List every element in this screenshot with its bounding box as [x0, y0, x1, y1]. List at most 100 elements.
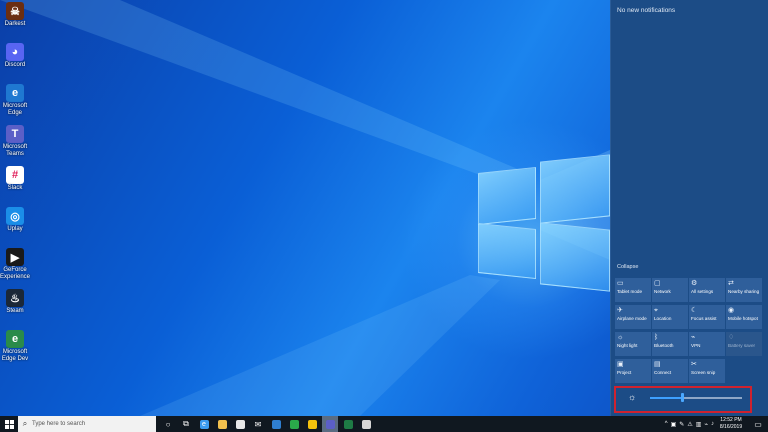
app-icon: ◕: [6, 43, 24, 61]
quick-action-tile[interactable]: ▣ Project: [615, 359, 651, 383]
clock[interactable]: 12:52 PM 8/16/2019: [716, 417, 746, 431]
quick-action-label: Night light: [617, 343, 638, 348]
excel-taskbar-icon[interactable]: [340, 416, 356, 432]
quick-action-label: Nearby sharing: [728, 289, 760, 294]
tray-icon[interactable]: ▣: [671, 421, 677, 428]
quick-action-tile[interactable]: ⌖ Location: [652, 305, 688, 329]
app-icon: ▶: [6, 248, 24, 266]
desktop-icon[interactable]: e Microsoft Edge: [2, 84, 28, 117]
quick-action-label: Battery saver: [728, 343, 756, 348]
mail-taskbar-icon[interactable]: ✉: [250, 416, 266, 432]
quick-action-tile[interactable]: ⌁ VPN: [689, 332, 725, 356]
quick-action-icon: ▭: [617, 280, 624, 287]
quick-action-icon: ⇄: [728, 280, 734, 287]
start-button[interactable]: [0, 416, 18, 432]
quick-action-tile[interactable]: ᛒ Bluetooth: [652, 332, 688, 356]
file-explorer-taskbar-icon[interactable]: [214, 416, 230, 432]
store-icon: [235, 419, 245, 429]
app-icon: ☠: [6, 2, 24, 20]
brightness-slider-fill: [650, 397, 683, 399]
desktop-icon[interactable]: ♨ Steam: [2, 289, 28, 315]
edge-taskbar-icon[interactable]: e: [196, 416, 212, 432]
quick-action-tile[interactable]: ✈ Airplane mode: [615, 305, 651, 329]
desktop-icon[interactable]: # Slack: [2, 166, 28, 192]
quick-action-tile[interactable]: ▤ Connect: [652, 359, 688, 383]
taskbar: ⌕ Type here to search ○ ⧉ e ✉ ^ ▣ ✎ ⚠ ▥ ⌁ ♪ 12:52…: [0, 416, 768, 432]
desktop-icon[interactable]: e Microsoft Edge Dev: [2, 330, 28, 363]
search-box[interactable]: ⌕ Type here to search: [18, 416, 156, 432]
windows-logo-pane-top-left: [478, 166, 536, 226]
chrome-icon: [307, 419, 317, 429]
edge-icon: e: [202, 420, 206, 428]
quick-action-icon: ▣: [617, 361, 624, 368]
desktop-icon-label: Discord: [4, 62, 26, 68]
quick-action-tile[interactable]: ◉ Mobile hotspot: [726, 305, 762, 329]
clock-time: 12:52 PM: [720, 417, 742, 423]
xbox-icon: [289, 419, 299, 429]
tray-icon[interactable]: ♪: [711, 421, 714, 427]
quick-action-icon: ▢: [654, 280, 661, 287]
quick-action-tile[interactable]: ♢ Battery saver: [726, 332, 762, 356]
teams-icon: [325, 419, 335, 429]
desktop-icon[interactable]: ◕ Discord: [2, 43, 28, 69]
teams-taskbar-icon[interactable]: [322, 416, 338, 432]
windows-logo-pane-top-right: [540, 154, 610, 224]
collapse-link[interactable]: Collapse: [617, 264, 638, 270]
quick-action-icon: ✈: [617, 307, 623, 314]
task-view-taskbar-icon[interactable]: ○: [160, 416, 176, 432]
quick-action-tile[interactable]: ☾ Focus assist: [689, 305, 725, 329]
notification-center-icon[interactable]: ▭: [750, 416, 766, 432]
desktop-icon-label: Darkest: [4, 21, 26, 27]
app-icon: e: [6, 330, 24, 348]
desktop-icon[interactable]: ☠ Darkest: [2, 2, 28, 28]
search-placeholder: Type here to search: [32, 421, 86, 427]
tray-icon[interactable]: ✎: [679, 421, 684, 428]
quick-action-tile[interactable]: ⇄ Nearby sharing: [726, 278, 762, 302]
quick-action-tile[interactable]: ⚙ All settings: [689, 278, 725, 302]
photos-taskbar-icon[interactable]: [268, 416, 284, 432]
windows-logo-pane-bottom-right: [540, 222, 610, 292]
tray-icon[interactable]: ^: [665, 421, 668, 427]
photos-icon: [271, 419, 281, 429]
desktop-icon-label: Microsoft Teams: [2, 144, 28, 157]
tray-icon[interactable]: ▥: [696, 421, 702, 428]
desktop-icon-label: GeForce Experience: [0, 267, 31, 280]
app-icon: e: [6, 84, 24, 102]
paint-taskbar-icon[interactable]: [358, 416, 374, 432]
chrome-taskbar-icon[interactable]: [304, 416, 320, 432]
desktop-icon[interactable]: ▶ GeForce Experience: [0, 248, 30, 281]
desktop-icon-label: Microsoft Edge Dev: [1, 349, 29, 362]
desktop-icon[interactable]: T Microsoft Teams: [2, 125, 28, 158]
quick-action-icon: ⌖: [654, 307, 658, 314]
quick-action-label: Project: [617, 370, 632, 375]
desktop-icon-label: Slack: [7, 185, 23, 191]
xbox-taskbar-icon[interactable]: [286, 416, 302, 432]
search-icon: ⌕: [22, 419, 28, 428]
clock-date: 8/16/2019: [719, 424, 743, 430]
app-icon: #: [6, 166, 24, 184]
quick-action-label: VPN: [691, 343, 701, 348]
brightness-slider-thumb[interactable]: [681, 393, 685, 402]
quick-action-icon: ☾: [691, 307, 698, 314]
quick-action-label: Network: [654, 289, 671, 294]
desktop-icon-label: Microsoft Edge: [2, 103, 28, 116]
quick-action-icon: ✂: [691, 361, 697, 368]
quick-action-label: All settings: [691, 289, 714, 294]
desktop-icon[interactable]: ◎ Uplay: [2, 207, 28, 233]
quick-action-tile[interactable]: ▭ Tablet mode: [615, 278, 651, 302]
quick-action-icon: ⚙: [691, 280, 698, 287]
quick-action-icon: ▤: [654, 361, 661, 368]
timeline-taskbar-icon[interactable]: ⧉: [178, 416, 194, 432]
tray-icon[interactable]: ⌁: [704, 421, 708, 428]
quick-action-icon: ♢: [728, 334, 735, 341]
quick-action-tile[interactable]: ☼ Night light: [615, 332, 651, 356]
no-notifications-text: No new notifications: [617, 7, 676, 14]
tray-icon[interactable]: ⚠: [687, 421, 692, 428]
quick-action-label: Focus assist: [691, 316, 717, 321]
store-taskbar-icon[interactable]: [232, 416, 248, 432]
timeline-icon: ⧉: [183, 419, 189, 428]
quick-action-label: Mobile hotspot: [728, 316, 758, 321]
quick-action-tile[interactable]: ▢ Network: [652, 278, 688, 302]
quick-action-tile[interactable]: ✂ Screen snip: [689, 359, 725, 383]
quick-action-label: Airplane mode: [617, 316, 647, 321]
